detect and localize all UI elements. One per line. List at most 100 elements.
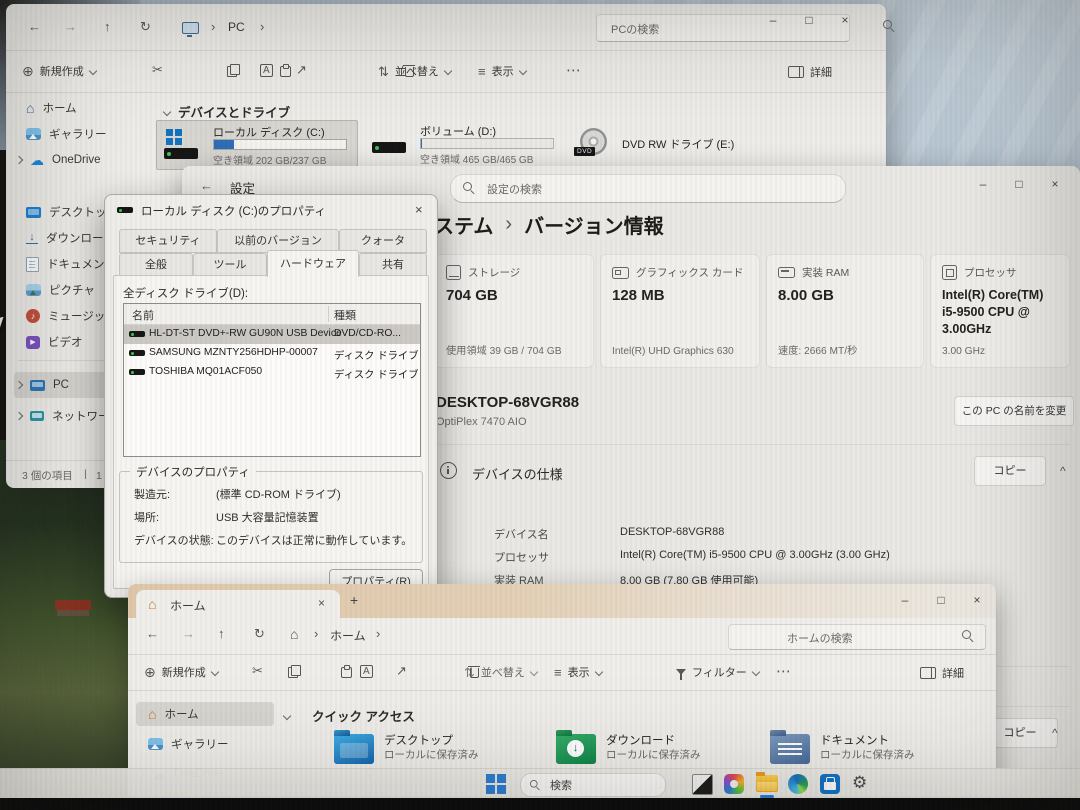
dialog-title: ローカル ディスク (C:)のプロパティ	[141, 203, 326, 219]
breadcrumb[interactable]: ホーム	[330, 627, 366, 644]
close-button[interactable]: ×	[1040, 172, 1070, 196]
new-button[interactable]: ⊕ 新規作成	[22, 63, 96, 79]
tab-general[interactable]: 全般	[119, 253, 193, 277]
drive-usage-fill	[214, 140, 234, 149]
settings-search-box[interactable]: 設定の検索	[450, 174, 846, 203]
drive-tile-e[interactable]: DVD DVD RW ドライブ (E:)	[572, 120, 752, 168]
details-pane-button[interactable]: 詳細	[920, 665, 964, 681]
rename-pc-button[interactable]: この PC の名前を変更	[954, 396, 1074, 426]
section-devices-drives[interactable]: デバイスとドライブ	[164, 102, 290, 121]
expander-icon[interactable]	[15, 412, 23, 420]
paste-icon[interactable]	[341, 665, 352, 678]
sort-label: 並べ替え	[395, 63, 439, 79]
tab-tools[interactable]: ツール	[193, 253, 267, 277]
breadcrumb[interactable]: PC	[228, 20, 245, 34]
maximize-button[interactable]: □	[1004, 172, 1034, 196]
photos-icon[interactable]	[724, 774, 744, 794]
windows-start-button[interactable]	[486, 774, 506, 794]
collapse-icon[interactable]	[283, 711, 291, 719]
info-icon	[440, 462, 457, 479]
column-header-name[interactable]: 名前	[132, 307, 154, 323]
view-button[interactable]: ≡ 表示	[554, 664, 602, 680]
table-row[interactable]: TOSHIBA MQ01ACF050 ディスク ドライブ	[124, 363, 420, 382]
app-icon-dark[interactable]	[692, 774, 713, 795]
sidebar-item-home[interactable]: ⌂ ホーム	[14, 96, 160, 120]
share-icon[interactable]: ↗	[396, 664, 407, 677]
copy-button[interactable]: コピー	[974, 456, 1046, 486]
collapse-chevron-icon[interactable]: ^	[1052, 726, 1058, 740]
search-icon[interactable]	[883, 20, 896, 33]
column-header-type[interactable]: 種類	[334, 307, 356, 323]
back-button[interactable]: ←	[146, 627, 159, 640]
sort-button[interactable]: ⇅ 並べ替え	[464, 664, 537, 680]
expander-icon[interactable]	[15, 381, 23, 389]
more-options-icon[interactable]: ⋯	[776, 664, 791, 679]
cut-icon[interactable]: ✂	[152, 63, 163, 76]
paste-icon[interactable]	[280, 64, 291, 77]
maximize-button[interactable]: □	[926, 588, 956, 612]
card-footer: 使用領域 39 GB / 704 GB	[446, 342, 562, 357]
tab-close-icon[interactable]: ×	[318, 596, 325, 610]
forward-button[interactable]: →	[64, 20, 77, 33]
close-icon[interactable]: ×	[415, 202, 423, 217]
section-quick-access[interactable]: クイック アクセス	[284, 706, 415, 725]
cut-icon[interactable]: ✂	[252, 664, 263, 677]
rename-icon[interactable]: A	[260, 64, 273, 77]
microsoft-store-icon[interactable]	[820, 774, 840, 794]
table-row-selected[interactable]: HL-DT-ST DVD+-RW GU90N USB Device DVD/CD…	[124, 325, 420, 344]
sidebar-item-gallery[interactable]: ギャラリー	[14, 122, 160, 146]
spec-label: デバイス名	[494, 526, 549, 542]
file-explorer-icon[interactable]	[756, 775, 778, 792]
device-row-name: HL-DT-ST DVD+-RW GU90N USB Device	[149, 328, 342, 339]
new-button[interactable]: ⊕ 新規作成	[144, 664, 218, 680]
maximize-button[interactable]: □	[794, 8, 824, 32]
tab-hardware[interactable]: ハードウェア	[267, 250, 359, 277]
close-button[interactable]: ×	[830, 8, 860, 32]
sort-button[interactable]: ⇅ 並べ替え	[378, 63, 451, 79]
collapse-icon[interactable]	[163, 107, 171, 115]
minimize-button[interactable]: –	[890, 588, 920, 612]
refresh-button[interactable]: ↻	[254, 627, 265, 640]
copy-icon[interactable]	[227, 64, 240, 77]
copy-icon[interactable]	[288, 665, 301, 678]
explorer-search-box[interactable]: ホームの検索	[728, 624, 986, 650]
forward-button[interactable]: →	[182, 627, 195, 640]
tab-security[interactable]: セキュリティ	[119, 229, 217, 253]
minimize-button[interactable]: –	[758, 8, 788, 32]
collapse-chevron-icon[interactable]: ^	[1060, 464, 1066, 478]
filter-button[interactable]: フィルター	[676, 664, 759, 680]
drive-free-space: 空き領域 202 GB/237 GB	[213, 152, 326, 167]
up-button[interactable]: ↑	[104, 20, 111, 33]
rename-icon[interactable]: A	[360, 665, 373, 678]
tab-sharing[interactable]: 共有	[359, 253, 427, 277]
table-row[interactable]: SAMSUNG MZNTY256HDHP-00007 ディスク ドライブ	[124, 344, 420, 363]
settings-gear-icon[interactable]: ⚙	[852, 773, 867, 793]
item-status: ローカルに保存済み	[384, 747, 479, 762]
edge-browser-icon[interactable]	[788, 774, 808, 794]
breadcrumb-separator: ›	[314, 627, 318, 640]
back-button[interactable]: ←	[28, 20, 41, 33]
minimize-button[interactable]: –	[968, 172, 998, 196]
more-options-icon[interactable]: ⋯	[566, 63, 581, 78]
details-pane-button[interactable]: 詳細	[788, 64, 832, 80]
taskbar-search-box[interactable]: 検索	[520, 773, 666, 797]
view-button[interactable]: ≡ 表示	[478, 63, 526, 79]
explorer-tab[interactable]: ⌂ ホーム ×	[136, 590, 340, 618]
processor-icon	[942, 265, 957, 280]
new-tab-icon[interactable]: +	[350, 592, 358, 608]
back-button[interactable]: ←	[200, 179, 213, 192]
up-button[interactable]: ↑	[218, 627, 225, 640]
device-spec-header[interactable]: デバイスの仕様	[472, 464, 563, 483]
item-name: デスクトップ	[384, 732, 453, 748]
refresh-button[interactable]: ↻	[140, 20, 151, 33]
sidebar-label: ビデオ	[48, 334, 83, 350]
drive-tile-c[interactable]: ローカル ディスク (C:) 空き領域 202 GB/237 GB	[156, 120, 358, 170]
sidebar-item-onedrive[interactable]: ☁ OneDrive	[14, 148, 148, 172]
breadcrumb-separator: ›	[211, 20, 215, 33]
expander-icon[interactable]	[15, 156, 23, 164]
share-icon[interactable]: ↗	[296, 63, 307, 76]
close-button[interactable]: ×	[962, 588, 992, 612]
sidebar-item-home[interactable]: ⌂ ホーム	[136, 702, 274, 726]
sidebar-item-gallery[interactable]: ギャラリー	[136, 732, 274, 756]
drive-tile-d[interactable]: ボリューム (D:) 空き領域 465 GB/465 GB	[364, 120, 564, 168]
